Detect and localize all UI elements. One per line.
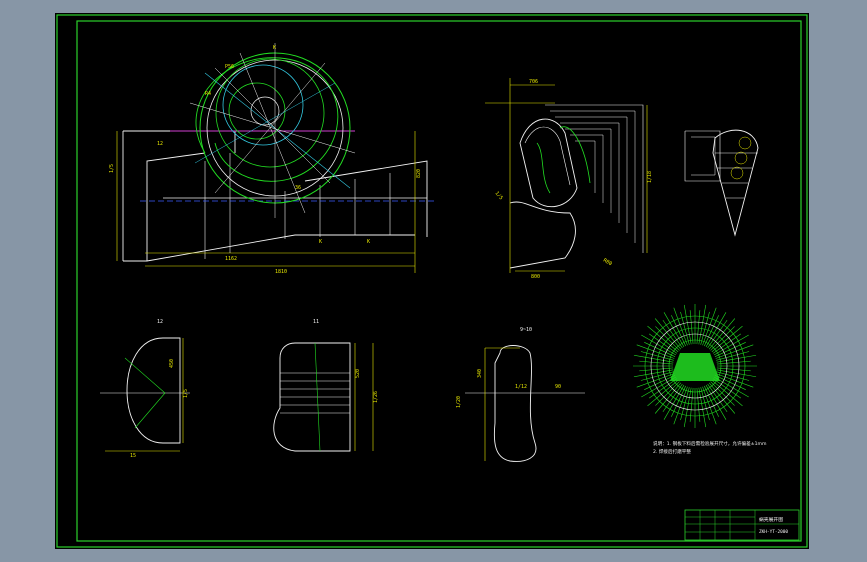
label-k1: K bbox=[273, 45, 276, 51]
dim-tongue-top: 706 bbox=[529, 79, 538, 85]
view-cone-part bbox=[684, 129, 759, 237]
dim-9-b: 1/12 bbox=[515, 384, 527, 390]
view-section-9-10: 9~10 340 1/12 90 1/20 bbox=[456, 327, 585, 462]
dim-volute-bottom: 1162 bbox=[225, 256, 237, 262]
outer-frame bbox=[56, 14, 808, 548]
dim-12-c: 1/5 bbox=[183, 389, 189, 398]
label-r4: R4 bbox=[205, 91, 211, 97]
dim-tongue-right: 1/18 bbox=[647, 171, 653, 183]
title-block-code: ZKH-YT-2000 bbox=[759, 529, 788, 535]
view-radial-development bbox=[633, 304, 757, 428]
dim-9-a: 340 bbox=[477, 369, 483, 378]
dim-11-b: 1/26 bbox=[373, 391, 379, 403]
dim-9-c: 90 bbox=[555, 384, 561, 390]
label-tongue-2: R80 bbox=[602, 258, 613, 268]
dim-volute-left: 1/5 bbox=[109, 164, 115, 173]
section-11-title: 11 bbox=[313, 319, 319, 325]
dim-12-b: 15 bbox=[130, 453, 136, 459]
note-line-2: 2. 焊接后打磨平整 bbox=[653, 448, 691, 455]
cad-drawing: 1162 1810 1/5 820 12 K K 36 K R4 P56 706… bbox=[56, 14, 808, 548]
dim-volute-right: 820 bbox=[416, 169, 422, 178]
section-12-title: 12 bbox=[157, 319, 163, 325]
label-p56: P56 bbox=[225, 64, 234, 70]
label-k3: K bbox=[367, 239, 370, 245]
dim-12-a: 450 bbox=[169, 359, 175, 368]
view-section-11: 11 520 1/26 bbox=[273, 319, 379, 452]
dim-9-d: 1/20 bbox=[456, 396, 462, 408]
drawing-sheet: 1162 1810 1/5 820 12 K K 36 K R4 P56 706… bbox=[55, 13, 809, 549]
title-block-name: 蜗壳展开图 bbox=[759, 516, 783, 523]
label-12: 12 bbox=[157, 141, 163, 147]
inner-frame bbox=[76, 20, 802, 542]
dim-volute-bottom2: 1810 bbox=[275, 269, 287, 275]
dim-tongue-bottom: 800 bbox=[531, 274, 540, 280]
section-9-title: 9~10 bbox=[520, 327, 532, 333]
title-block: 蜗壳展开图 ZKH-YT-2000 bbox=[684, 509, 800, 541]
label-tongue-1: 1/5 bbox=[493, 190, 503, 201]
label-36: 36 bbox=[295, 185, 301, 191]
dim-11-a: 520 bbox=[355, 369, 361, 378]
label-k2: K bbox=[319, 239, 322, 245]
note-line-1: 说明：1. 钢板下料后需检验展开尺寸，允许偏差±1mm bbox=[653, 440, 767, 447]
view-section-12: 12 450 15 1/5 bbox=[100, 319, 190, 459]
view-tongue-profile: 706 800 1/18 1/5 R80 bbox=[485, 78, 653, 280]
view-volute-main: 1162 1810 1/5 820 12 K K 36 K R4 P56 bbox=[109, 43, 435, 275]
